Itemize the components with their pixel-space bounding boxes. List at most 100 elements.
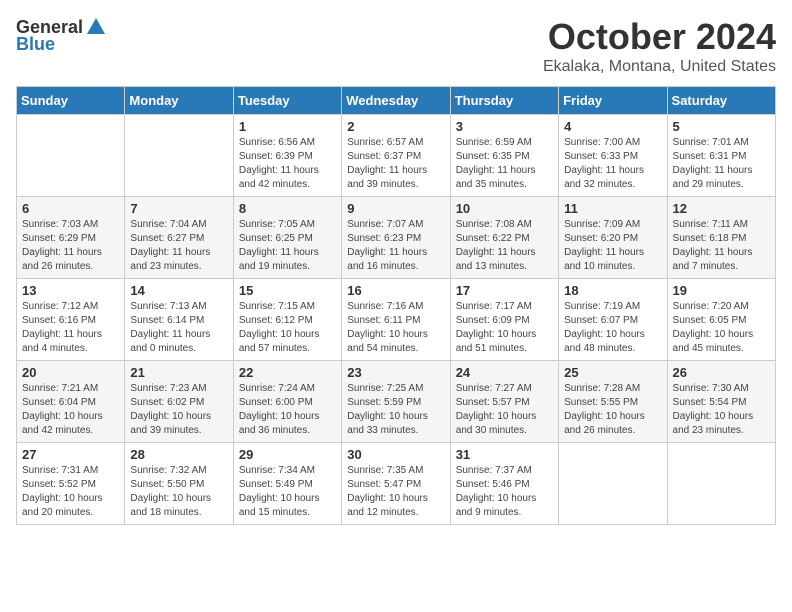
calendar-cell: 15 Sunrise: 7:15 AMSunset: 6:12 PMDayligh…: [233, 279, 341, 361]
calendar-cell: 11 Sunrise: 7:09 AMSunset: 6:20 PMDayligh…: [559, 197, 667, 279]
calendar-cell: 29 Sunrise: 7:34 AMSunset: 5:49 PMDayligh…: [233, 443, 341, 525]
day-number: 24: [456, 365, 553, 380]
calendar-header-row: SundayMondayTuesdayWednesdayThursdayFrid…: [17, 87, 776, 115]
day-number: 14: [130, 283, 227, 298]
calendar-cell: [559, 443, 667, 525]
day-info: Sunrise: 7:23 AMSunset: 6:02 PMDaylight:…: [130, 382, 227, 438]
weekday-header: Wednesday: [342, 87, 450, 115]
calendar-cell: 1Sunrise: 6:56 AMSunset: 6:39 PMDaylight…: [233, 115, 341, 197]
day-info: Sunrise: 7:16 AMSunset: 6:11 PMDaylight:…: [347, 300, 444, 356]
day-number: 12: [673, 201, 770, 216]
day-info: Sunrise: 7:12 AMSunset: 6:16 PMDaylight:…: [22, 300, 119, 356]
calendar-cell: 2 Sunrise: 6:57 AMSunset: 6:37 PMDaylight…: [342, 115, 450, 197]
day-number: 21: [130, 365, 227, 380]
day-info: Sunrise: 7:01 AMSunset: 6:31 PMDaylight:…: [673, 136, 770, 192]
calendar-cell: [125, 115, 233, 197]
calendar-cell: 22 Sunrise: 7:24 AMSunset: 6:00 PMDayligh…: [233, 361, 341, 443]
day-info: Sunrise: 7:25 AMSunset: 5:59 PMDaylight:…: [347, 382, 444, 438]
day-info: Sunrise: 7:04 AMSunset: 6:27 PMDaylight:…: [130, 218, 227, 274]
day-number: 16: [347, 283, 444, 298]
day-number: 10: [456, 201, 553, 216]
calendar-cell: 27Sunrise: 7:31 AMSunset: 5:52 PMDayligh…: [17, 443, 125, 525]
day-number: 3: [456, 119, 553, 134]
day-number: 19: [673, 283, 770, 298]
day-info: Sunrise: 7:30 AMSunset: 5:54 PMDaylight:…: [673, 382, 770, 438]
title-block: October 2024 Ekalaka, Montana, United St…: [543, 16, 776, 76]
day-number: 17: [456, 283, 553, 298]
day-number: 6: [22, 201, 119, 216]
day-number: 26: [673, 365, 770, 380]
day-info: Sunrise: 7:21 AMSunset: 6:04 PMDaylight:…: [22, 382, 119, 438]
calendar-cell: 14 Sunrise: 7:13 AMSunset: 6:14 PMDayligh…: [125, 279, 233, 361]
calendar-cell: 10 Sunrise: 7:08 AMSunset: 6:22 PMDayligh…: [450, 197, 558, 279]
day-info: Sunrise: 7:24 AMSunset: 6:00 PMDaylight:…: [239, 382, 336, 438]
day-number: 22: [239, 365, 336, 380]
calendar-cell: 4 Sunrise: 7:00 AMSunset: 6:33 PMDaylight…: [559, 115, 667, 197]
weekday-header: Saturday: [667, 87, 775, 115]
weekday-header: Thursday: [450, 87, 558, 115]
day-number: 20: [22, 365, 119, 380]
calendar-week-row: 1Sunrise: 6:56 AMSunset: 6:39 PMDaylight…: [17, 115, 776, 197]
weekday-header: Tuesday: [233, 87, 341, 115]
day-number: 13: [22, 283, 119, 298]
day-info: Sunrise: 7:11 AMSunset: 6:18 PMDaylight:…: [673, 218, 770, 274]
day-number: 28: [130, 447, 227, 462]
day-info: Sunrise: 7:27 AMSunset: 5:57 PMDaylight:…: [456, 382, 553, 438]
day-number: 25: [564, 365, 661, 380]
day-number: 2: [347, 119, 444, 134]
calendar-cell: 28 Sunrise: 7:32 AMSunset: 5:50 PMDayligh…: [125, 443, 233, 525]
day-info: Sunrise: 7:31 AMSunset: 5:52 PMDaylight:…: [22, 464, 119, 520]
calendar-cell: 17 Sunrise: 7:17 AMSunset: 6:09 PMDayligh…: [450, 279, 558, 361]
day-info: Sunrise: 7:28 AMSunset: 5:55 PMDaylight:…: [564, 382, 661, 438]
day-info: Sunrise: 7:20 AMSunset: 6:05 PMDaylight:…: [673, 300, 770, 356]
day-info: Sunrise: 7:17 AMSunset: 6:09 PMDaylight:…: [456, 300, 553, 356]
calendar-week-row: 27Sunrise: 7:31 AMSunset: 5:52 PMDayligh…: [17, 443, 776, 525]
weekday-header: Sunday: [17, 87, 125, 115]
calendar-week-row: 6Sunrise: 7:03 AMSunset: 6:29 PMDaylight…: [17, 197, 776, 279]
calendar-cell: 24 Sunrise: 7:27 AMSunset: 5:57 PMDayligh…: [450, 361, 558, 443]
calendar-cell: 26 Sunrise: 7:30 AMSunset: 5:54 PMDayligh…: [667, 361, 775, 443]
calendar-cell: 23Sunrise: 7:25 AMSunset: 5:59 PMDayligh…: [342, 361, 450, 443]
day-number: 9: [347, 201, 444, 216]
calendar-cell: 16 Sunrise: 7:16 AMSunset: 6:11 PMDayligh…: [342, 279, 450, 361]
day-number: 11: [564, 201, 661, 216]
day-info: Sunrise: 7:05 AMSunset: 6:25 PMDaylight:…: [239, 218, 336, 274]
day-info: Sunrise: 6:57 AMSunset: 6:37 PMDaylight:…: [347, 136, 444, 192]
calendar-cell: 13 Sunrise: 7:12 AMSunset: 6:16 PMDayligh…: [17, 279, 125, 361]
calendar-cell: 19 Sunrise: 7:20 AMSunset: 6:05 PMDayligh…: [667, 279, 775, 361]
location-title: Ekalaka, Montana, United States: [543, 58, 776, 76]
day-number: 29: [239, 447, 336, 462]
calendar-week-row: 13 Sunrise: 7:12 AMSunset: 6:16 PMDayligh…: [17, 279, 776, 361]
calendar-cell: 6Sunrise: 7:03 AMSunset: 6:29 PMDaylight…: [17, 197, 125, 279]
logo-blue-text: Blue: [16, 34, 55, 55]
calendar-cell: 9Sunrise: 7:07 AMSunset: 6:23 PMDaylight…: [342, 197, 450, 279]
day-info: Sunrise: 7:35 AMSunset: 5:47 PMDaylight:…: [347, 464, 444, 520]
calendar-cell: 3 Sunrise: 6:59 AMSunset: 6:35 PMDaylight…: [450, 115, 558, 197]
day-info: Sunrise: 7:08 AMSunset: 6:22 PMDaylight:…: [456, 218, 553, 274]
day-info: Sunrise: 7:00 AMSunset: 6:33 PMDaylight:…: [564, 136, 661, 192]
day-info: Sunrise: 7:32 AMSunset: 5:50 PMDaylight:…: [130, 464, 227, 520]
day-info: Sunrise: 6:59 AMSunset: 6:35 PMDaylight:…: [456, 136, 553, 192]
day-info: Sunrise: 7:34 AMSunset: 5:49 PMDaylight:…: [239, 464, 336, 520]
day-number: 8: [239, 201, 336, 216]
calendar-cell: 8 Sunrise: 7:05 AMSunset: 6:25 PMDaylight…: [233, 197, 341, 279]
calendar-cell: 21 Sunrise: 7:23 AMSunset: 6:02 PMDayligh…: [125, 361, 233, 443]
day-number: 4: [564, 119, 661, 134]
logo-icon: [85, 16, 107, 38]
calendar-cell: 18Sunrise: 7:19 AMSunset: 6:07 PMDayligh…: [559, 279, 667, 361]
calendar: SundayMondayTuesdayWednesdayThursdayFrid…: [16, 86, 776, 525]
day-info: Sunrise: 7:13 AMSunset: 6:14 PMDaylight:…: [130, 300, 227, 356]
day-info: Sunrise: 7:09 AMSunset: 6:20 PMDaylight:…: [564, 218, 661, 274]
calendar-cell: 25 Sunrise: 7:28 AMSunset: 5:55 PMDayligh…: [559, 361, 667, 443]
logo: General Blue: [16, 16, 107, 55]
day-number: 5: [673, 119, 770, 134]
weekday-header: Friday: [559, 87, 667, 115]
month-title: October 2024: [543, 16, 776, 58]
day-info: Sunrise: 7:15 AMSunset: 6:12 PMDaylight:…: [239, 300, 336, 356]
day-number: 30: [347, 447, 444, 462]
calendar-cell: [667, 443, 775, 525]
day-number: 15: [239, 283, 336, 298]
calendar-cell: 20 Sunrise: 7:21 AMSunset: 6:04 PMDayligh…: [17, 361, 125, 443]
calendar-week-row: 20 Sunrise: 7:21 AMSunset: 6:04 PMDayligh…: [17, 361, 776, 443]
calendar-cell: 12 Sunrise: 7:11 AMSunset: 6:18 PMDayligh…: [667, 197, 775, 279]
